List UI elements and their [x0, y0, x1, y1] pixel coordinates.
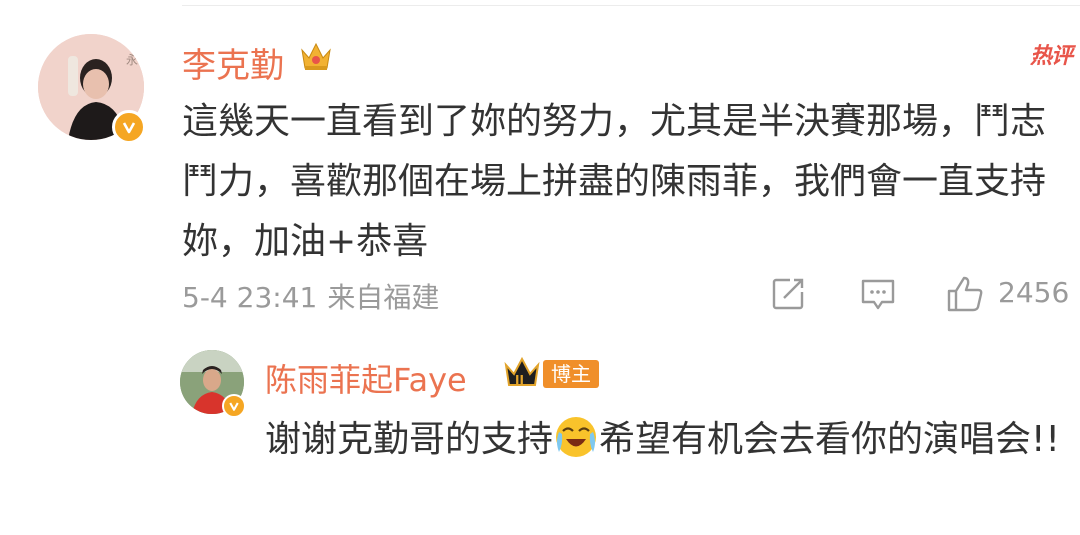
username[interactable]: 李克勤: [182, 38, 284, 87]
comment-location: 来自福建: [327, 281, 440, 314]
top-divider: [182, 5, 1080, 6]
crying-laughing-emoji-icon: [556, 417, 597, 457]
like-icon[interactable]: [945, 274, 985, 314]
reply-crown-icon: II: [504, 356, 540, 387]
comment-meta: 5-4 23:41 来自福建: [182, 276, 449, 316]
reply-username[interactable]: 陈雨菲起Faye: [265, 355, 467, 401]
comment-icon[interactable]: [860, 278, 896, 312]
svg-text:永: 永: [126, 53, 138, 67]
comment-text: 這幾天一直看到了妳的努力，尤其是半決賽那場，鬥志鬥力，喜歡那個在場上拼盡的陳雨菲…: [182, 101, 1047, 262]
reply-verified-icon: [222, 394, 246, 418]
reply-text-part-1: 谢谢克勤哥的支持: [265, 419, 554, 460]
like-count: 2456: [998, 276, 1070, 309]
verified-icon: [112, 110, 146, 144]
comment-date: 5-4 23:41: [182, 281, 318, 314]
svg-text:II: II: [515, 373, 524, 387]
reply-text-part-2: 希望有机会去看你的演唱会!!: [599, 419, 1060, 460]
reply-text: 谢谢克勤哥的支持 希望有机会去看你的演唱会!!: [265, 410, 1065, 470]
share-icon[interactable]: [770, 276, 806, 312]
role-badge: 博主: [543, 360, 599, 388]
crown-icon: [301, 42, 331, 70]
hot-comment-badge: 热评: [1029, 44, 1073, 69]
